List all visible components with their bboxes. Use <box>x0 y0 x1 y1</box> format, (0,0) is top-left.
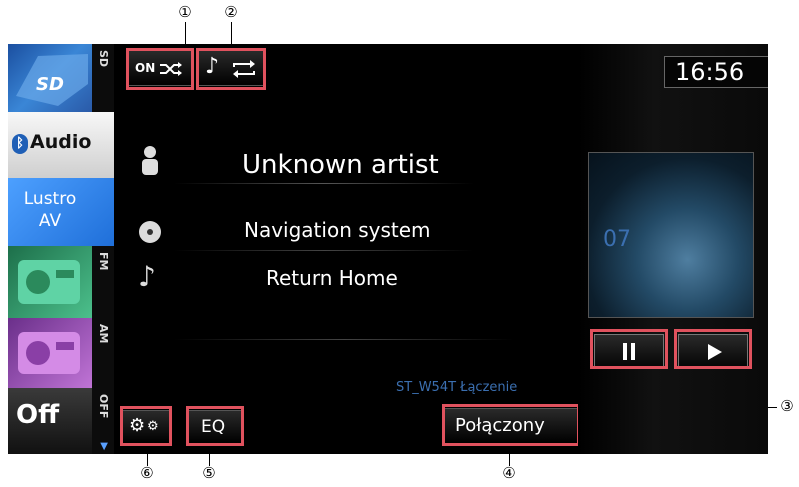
song-title: Return Home <box>266 266 398 290</box>
divider-2 <box>174 250 474 251</box>
settings-highlight <box>120 406 172 446</box>
play-highlight <box>674 329 752 369</box>
callout-line-2 <box>231 22 232 46</box>
device-status: ST_W54T Łączenie <box>396 380 518 395</box>
album-disc-icon <box>139 221 161 243</box>
sidebar-item-off[interactable]: Off OFF ▼ <box>8 388 114 454</box>
callout-6: ⑥ <box>140 464 154 482</box>
sidebar-item-sd[interactable]: SD SD <box>8 44 114 113</box>
artist-name: Unknown artist <box>242 150 439 180</box>
sidebar-item-lustro-av[interactable]: Lustro AV <box>8 178 114 247</box>
divider-3 <box>174 339 514 340</box>
callout-line-1 <box>185 22 186 46</box>
connection-highlight <box>442 404 580 446</box>
sidebar-item-audio[interactable]: ᛒ Audio <box>8 112 114 179</box>
pause-highlight <box>590 329 668 369</box>
fm-radio-icon <box>8 246 92 318</box>
now-playing-area: ON ♪ Unknown artist Navigation system ♪ … <box>114 44 580 454</box>
head-unit-screen: SD SD ᛒ Audio Lustro AV FM AM Off OFF ▼ … <box>8 44 768 454</box>
off-tile: Off <box>8 388 92 454</box>
random-highlight <box>126 48 194 90</box>
callout-4: ④ <box>502 464 516 482</box>
svg-text:SD: SD <box>36 74 64 95</box>
audio-label: Audio <box>30 131 92 153</box>
repeat-highlight <box>196 48 266 90</box>
lustro-av-label: Lustro AV <box>23 189 77 231</box>
callout-2: ② <box>224 3 238 21</box>
track-number: 07 <box>603 227 631 252</box>
artist-icon <box>142 146 158 175</box>
album-name: Navigation system <box>244 218 431 242</box>
eq-highlight <box>186 406 244 446</box>
bluetooth-icon: ᛒ <box>12 134 28 154</box>
callout-5: ⑤ <box>202 464 216 482</box>
clock: 16:56 <box>675 58 745 86</box>
sidebar-item-fm[interactable]: FM <box>8 246 114 319</box>
sd-side-label: SD <box>92 44 114 112</box>
callout-3: ③ <box>780 397 794 415</box>
off-label: Off <box>16 400 60 430</box>
song-note-icon: ♪ <box>138 260 156 293</box>
right-panel: 16:56 07 <box>578 44 768 454</box>
sidebar-item-am[interactable]: AM <box>8 318 114 389</box>
callout-1: ① <box>178 3 192 21</box>
album-art: 07 <box>588 152 754 318</box>
scroll-down-icon[interactable]: ▼ <box>100 441 108 452</box>
sd-card-icon: SD <box>8 44 92 112</box>
am-side-label: AM <box>92 318 114 388</box>
fm-side-label: FM <box>92 246 114 318</box>
clock-box: 16:56 <box>664 56 768 88</box>
divider-1 <box>174 183 474 184</box>
am-radio-icon <box>8 318 92 388</box>
